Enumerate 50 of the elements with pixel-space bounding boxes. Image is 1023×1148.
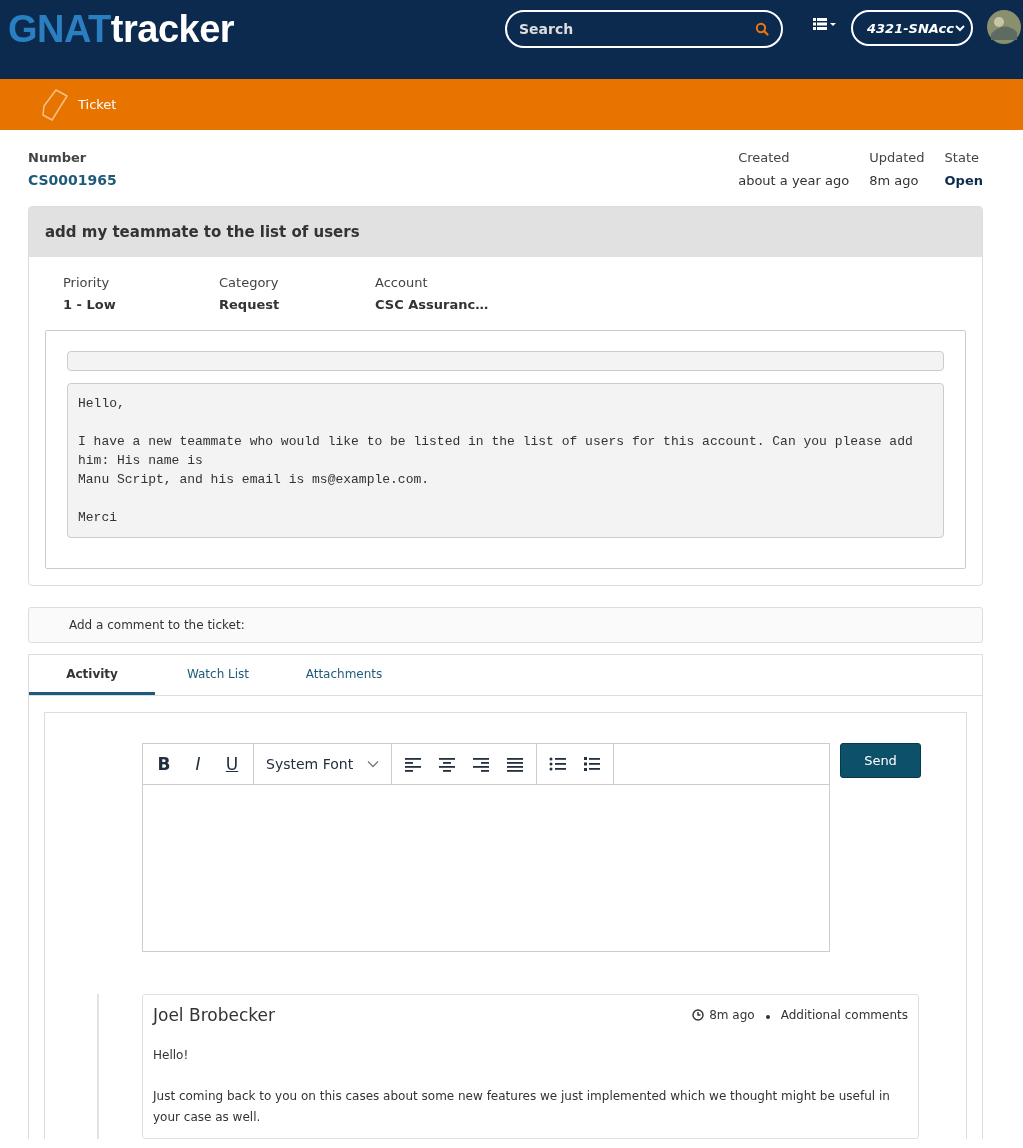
numbered-list-icon[interactable] (583, 756, 602, 772)
field-label: Account (375, 274, 429, 292)
account-select[interactable]: 4321-SNAcc (851, 10, 973, 46)
logo-text: GNAT (8, 8, 111, 50)
field-label: Number (28, 149, 88, 167)
search-field[interactable]: Search (505, 10, 783, 48)
field-label: Updated (869, 149, 925, 167)
search-icon (755, 22, 769, 36)
field-value: about a year ago (738, 172, 850, 190)
breadcrumb-label: Ticket (78, 97, 117, 112)
separator-dot (765, 1015, 770, 1019)
list-menu-icon[interactable] (813, 18, 837, 32)
field-value: Request (219, 296, 281, 314)
align-left-icon[interactable] (404, 756, 423, 772)
field-label: Category (219, 274, 280, 292)
tab[interactable]: Activity (29, 655, 155, 695)
chevron-icon (367, 760, 380, 768)
tab[interactable]: Attachments (281, 655, 407, 695)
font-select[interactable]: System Font (266, 756, 380, 772)
align-center-icon[interactable] (438, 756, 457, 772)
tag-icon (40, 87, 70, 122)
tab[interactable]: Watch List (155, 655, 281, 695)
rich-text-editor[interactable]: B I U System Font (142, 743, 830, 952)
field-label: State (944, 149, 980, 167)
field-value: 8m ago (869, 172, 920, 190)
logo-text: tracker (110, 8, 235, 50)
comment-time: 8m ago (709, 1008, 755, 1022)
field-value: CSC Assuranc… (375, 296, 490, 314)
clock-icon (692, 1009, 705, 1021)
bullet-list-icon[interactable] (549, 756, 568, 772)
field-label: Created (738, 149, 791, 167)
align-right-icon[interactable] (472, 756, 491, 772)
ticket-title: add my teammate to the list of users (45, 223, 360, 241)
description-text: Hello, I have a new teammate who would like to be listed in the list of users for this account. Can you please add him: His name is Manu Script, and his email is ms@example.com. Merci (67, 383, 944, 538)
field-label: Priority (63, 274, 111, 292)
format-button[interactable]: U (223, 754, 241, 774)
avatar-icon[interactable] (987, 10, 1021, 44)
comment-bar[interactable]: Add a comment to the ticket: (28, 607, 983, 643)
send-button[interactable]: Send (840, 743, 921, 778)
comment-text: Hello! (153, 1047, 190, 1064)
field-value: 1 - Low (63, 296, 117, 314)
format-button[interactable]: B (155, 754, 173, 774)
chevron-icon (955, 24, 965, 32)
comment-author: Joel Brobecker (153, 1005, 275, 1025)
justify-icon[interactable] (506, 756, 525, 772)
ticket-number: CS0001965 (28, 171, 117, 190)
field-value: Open (944, 172, 983, 190)
comment-text: Just coming back to you on this cases about some new features we just implemented which we thought might be useful in your case as well. (153, 1088, 891, 1126)
format-button[interactable]: I (189, 754, 207, 774)
comment-type: Additional comments (780, 1008, 908, 1022)
